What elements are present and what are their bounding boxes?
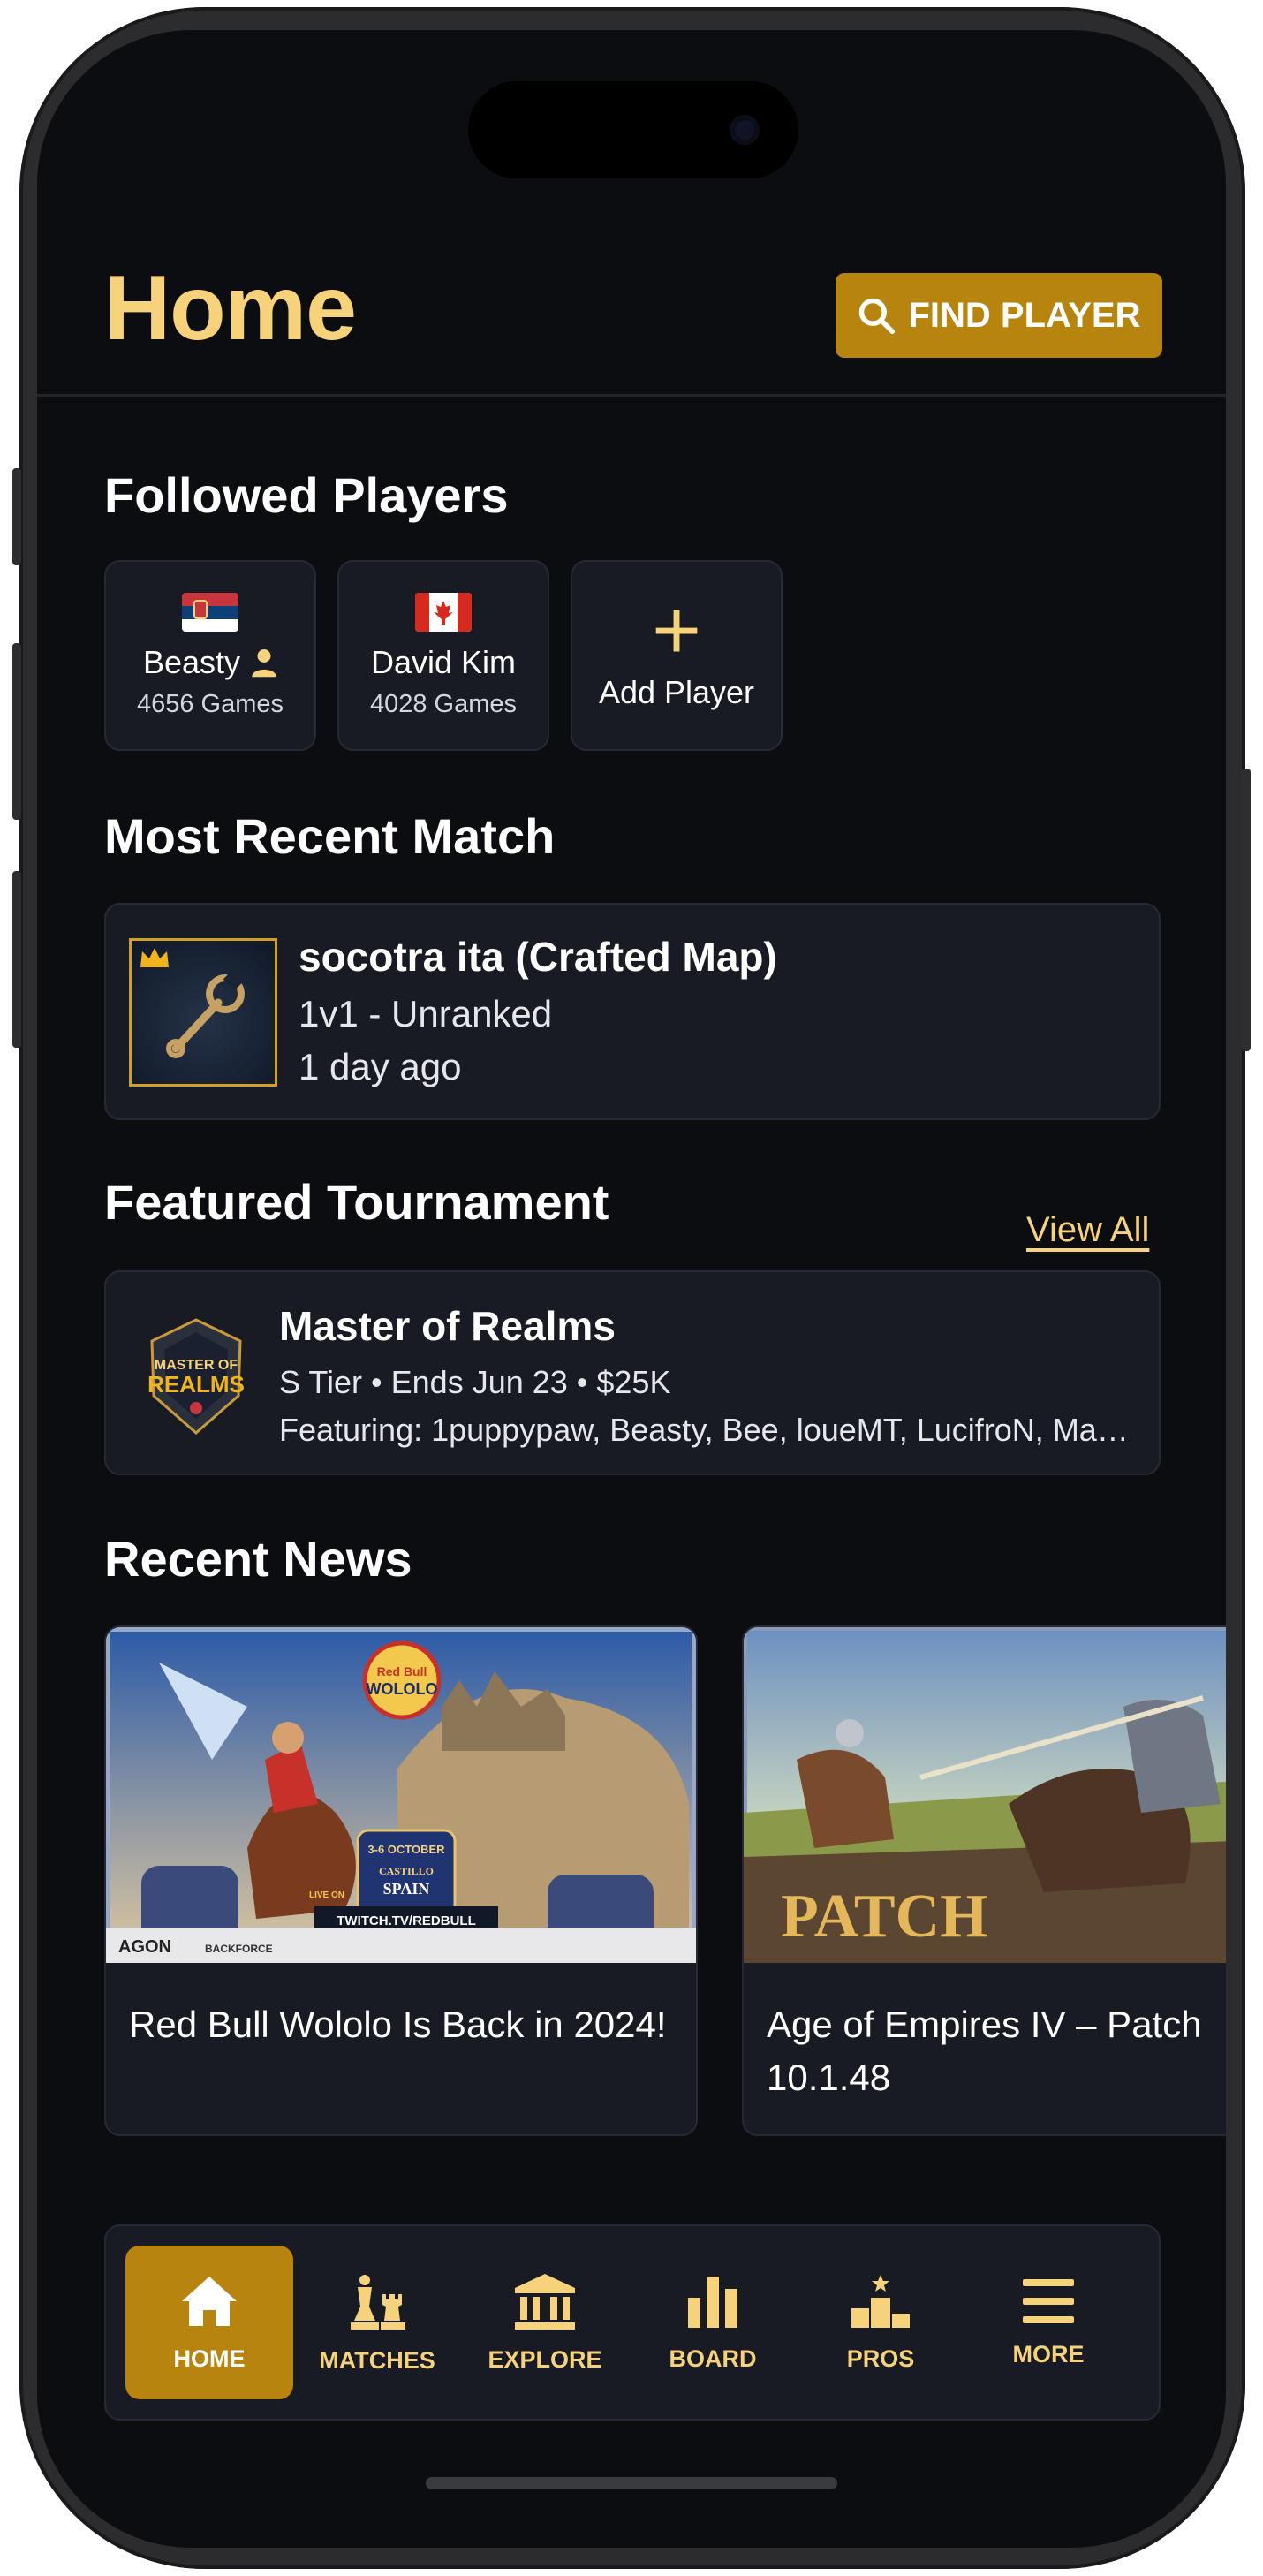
svg-text:WOLOLO: WOLOLO — [367, 1680, 438, 1698]
svg-text:PATCH: PATCH — [781, 1883, 988, 1951]
followed-player-card[interactable]: Beasty 4656 Games — [104, 560, 316, 751]
home-icon — [182, 2276, 237, 2326]
menu-icon — [1023, 2278, 1074, 2323]
news-title: Age of Empires IV – Patch 10.1.48 — [767, 2004, 1202, 2098]
view-all-link[interactable]: View All — [1026, 1210, 1149, 1250]
svg-text:AGON: AGON — [118, 1937, 171, 1957]
find-player-label: FIND PLAYER — [908, 295, 1141, 335]
search-icon — [859, 298, 896, 335]
tab-label: HOME — [173, 2345, 246, 2372]
news-image: PATCH — [744, 1627, 1226, 1963]
svg-text:CASTILLO: CASTILLO — [379, 1865, 434, 1877]
match-mode: 1v1 - Unranked — [299, 993, 553, 1034]
tab-more[interactable]: MORE — [964, 2246, 1132, 2399]
news-card[interactable]: Red Bull WOLOLO 3-6 OCTOBER CASTILLO SPA… — [104, 1625, 698, 2136]
chess-pieces-icon — [351, 2274, 405, 2330]
page-header: Home FIND PLAYER — [37, 251, 1226, 397]
tab-label: MORE — [1012, 2340, 1085, 2368]
dynamic-island — [468, 81, 798, 178]
app-screen: Home FIND PLAYER Followed Players Beasty — [37, 30, 1226, 2548]
news-card[interactable]: PATCH Age of Empires IV – Patch 10.1.48 — [742, 1625, 1226, 2136]
followed-players-title: Followed Players — [104, 467, 509, 523]
svg-text:3-6 OCTOBER: 3-6 OCTOBER — [367, 1843, 445, 1856]
svg-text:LIVE ON: LIVE ON — [309, 1890, 344, 1900]
svg-text:REALMS: REALMS — [147, 1371, 245, 1398]
tournament-logo: MASTER OF REALMS — [134, 1315, 258, 1438]
match-map-name: socotra ita (Crafted Map) — [299, 934, 777, 980]
tab-home[interactable]: HOME — [125, 2246, 293, 2399]
home-indicator[interactable] — [426, 2477, 837, 2489]
svg-text:Red Bull: Red Bull — [377, 1664, 427, 1678]
tab-label: MATCHES — [319, 2346, 435, 2374]
player-name-row: Beasty — [143, 644, 277, 681]
player-name: David Kim — [370, 643, 517, 680]
museum-icon — [515, 2273, 575, 2330]
page-title: Home — [104, 257, 357, 360]
add-player-label: Add Player — [598, 674, 755, 710]
bottom-tab-bar: HOME MATCHES EXPLORE BOARD PROS MORE — [104, 2224, 1161, 2421]
tab-label: EXPLORE — [488, 2345, 602, 2373]
followed-player-card[interactable]: David Kim 4028 Games — [337, 560, 549, 751]
add-player-button[interactable]: + Add Player — [571, 560, 783, 751]
featured-tournament-title: Featured Tournament — [104, 1174, 609, 1230]
recent-news-title: Recent News — [104, 1531, 412, 1587]
news-image: Red Bull WOLOLO 3-6 OCTOBER CASTILLO SPA… — [106, 1627, 696, 1963]
tab-matches[interactable]: MATCHES — [293, 2246, 461, 2399]
phone-volume-up-button — [12, 643, 21, 820]
player-games: 4028 Games — [369, 689, 518, 718]
featured-tournament-card[interactable]: MASTER OF REALMS Master of Realms S Tier… — [104, 1270, 1161, 1475]
match-time: 1 day ago — [299, 1046, 462, 1087]
tab-explore[interactable]: EXPLORE — [461, 2246, 629, 2399]
tab-board[interactable]: BOARD — [629, 2246, 797, 2399]
phone-volume-down-button — [12, 871, 21, 1048]
map-thumbnail — [129, 938, 277, 1087]
wrench-icon — [166, 970, 245, 1058]
find-player-button[interactable]: FIND PLAYER — [836, 273, 1162, 358]
phone-side-button — [12, 468, 21, 565]
canada-flag-icon — [415, 592, 472, 632]
tournament-featuring: Featuring: 1puppypaw, Beasty, Bee, loueM… — [279, 1412, 1136, 1448]
news-title: Red Bull Wololo Is Back in 2024! — [129, 2004, 667, 2045]
bar-chart-icon — [688, 2276, 737, 2328]
tab-label: PROS — [846, 2345, 915, 2372]
camera-dot — [730, 115, 760, 145]
player-name: Beasty — [142, 643, 241, 680]
tournament-name: Master of Realms — [279, 1303, 616, 1349]
recent-match-card[interactable]: socotra ita (Crafted Map) 1v1 - Unranked… — [104, 903, 1161, 1120]
svg-text:BACKFORCE: BACKFORCE — [205, 1943, 273, 1955]
user-icon — [252, 648, 276, 677]
plus-icon: + — [651, 583, 702, 678]
player-games: 4656 Games — [136, 689, 284, 718]
serbia-flag-icon — [182, 592, 238, 632]
podium-icon — [851, 2274, 910, 2328]
phone-power-button — [1242, 769, 1251, 1051]
tab-pros[interactable]: PROS — [797, 2246, 964, 2399]
most-recent-match-title: Most Recent Match — [104, 808, 556, 864]
svg-text:TWITCH.TV/REDBULL: TWITCH.TV/REDBULL — [337, 1913, 475, 1928]
svg-text:SPAIN: SPAIN — [383, 1880, 430, 1898]
tournament-meta: S Tier • Ends Jun 23 • $25K — [279, 1364, 671, 1400]
tab-label: BOARD — [669, 2345, 757, 2372]
